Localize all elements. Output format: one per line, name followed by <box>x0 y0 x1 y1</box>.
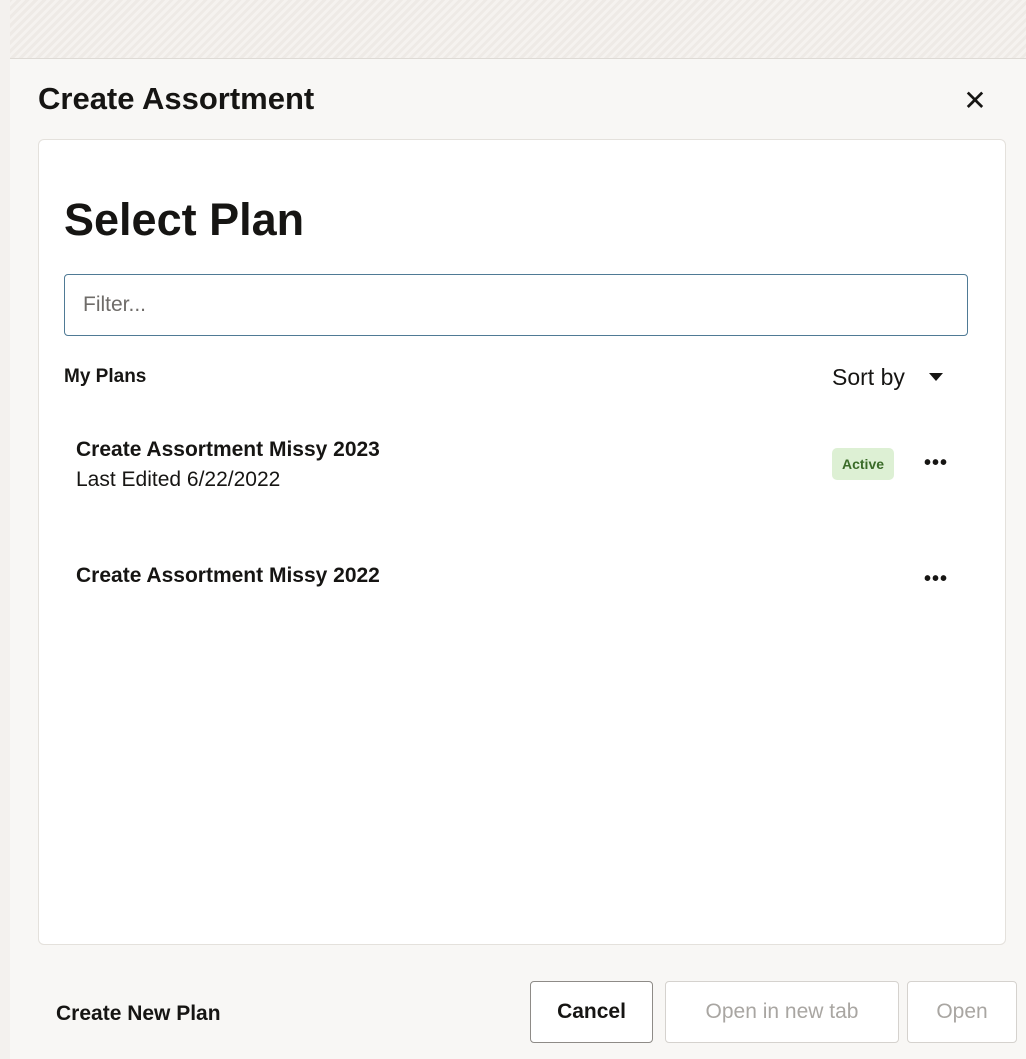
plan-list-item[interactable]: Create Assortment Missy 2023 Last Edited… <box>55 434 975 504</box>
close-icon: ✕ <box>963 84 987 116</box>
background-edge <box>0 0 10 1059</box>
sort-by-label: Sort by <box>832 363 905 390</box>
plan-last-edited: Last Edited 6/22/2022 <box>76 468 281 491</box>
plan-list-item[interactable]: Create Assortment Missy 2022 ••• <box>55 560 975 600</box>
plan-name: Create Assortment Missy 2023 <box>76 438 380 461</box>
cancel-button[interactable]: Cancel <box>530 981 653 1043</box>
more-options-icon[interactable]: ••• <box>919 448 953 478</box>
open-button[interactable]: Open <box>907 981 1017 1043</box>
panel-heading: Select Plan <box>64 194 305 245</box>
filter-input[interactable] <box>64 274 968 336</box>
caret-down-icon <box>928 373 943 381</box>
create-new-plan-link[interactable]: Create New Plan <box>56 1002 221 1026</box>
status-badge: Active <box>832 448 895 480</box>
dialog-title: Create Assortment <box>38 81 315 116</box>
open-in-new-tab-button[interactable]: Open in new tab <box>665 981 899 1043</box>
select-plan-panel: Select Plan My Plans Sort by Create Asso… <box>38 139 1006 945</box>
create-assortment-dialog: Create Assortment ✕ Select Plan My Plans… <box>10 58 1026 1059</box>
my-plans-label: My Plans <box>64 366 147 387</box>
close-button[interactable]: ✕ <box>958 83 992 117</box>
sort-by-dropdown[interactable]: Sort by <box>832 362 943 392</box>
plan-name: Create Assortment Missy 2022 <box>76 564 380 587</box>
page: Create Assortment ✕ Select Plan My Plans… <box>0 0 1026 1059</box>
more-options-icon[interactable]: ••• <box>919 564 953 594</box>
background-strip <box>0 0 1026 58</box>
